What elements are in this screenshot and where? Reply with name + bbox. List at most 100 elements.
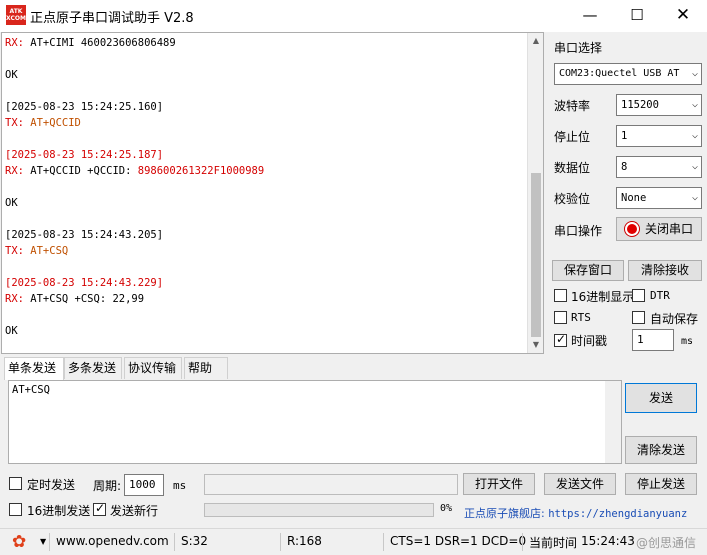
receive-line	[5, 211, 525, 227]
minimize-button[interactable]: —	[567, 0, 613, 32]
record-icon	[624, 222, 639, 236]
receive-line	[5, 259, 525, 275]
hex-send-checkbox[interactable]	[9, 503, 22, 516]
progress-text: 0%	[440, 503, 453, 514]
send-file-button[interactable]: 发送文件	[544, 473, 616, 495]
line-text: [2025-08-23 15:24:43.229]	[5, 277, 164, 289]
receive-line: [2025-08-23 15:24:43.205]	[5, 227, 525, 243]
window-title: 正点原子串口调试助手 V2.8	[30, 11, 194, 26]
line-prefix: TX:	[5, 117, 24, 129]
baud-select[interactable]: 115200 ⌵	[616, 94, 702, 116]
receive-line: TX: AT+CSQ	[5, 243, 525, 259]
port-value: COM23:Quectel USB AT	[559, 68, 680, 79]
hex-send-label: 16进制发送	[27, 504, 91, 518]
line-prefix: RX:	[5, 293, 24, 305]
line-text: OK	[5, 197, 18, 209]
scroll-down-arrow[interactable]: ▼	[528, 337, 543, 353]
tab-protocol[interactable]: 协议传输	[124, 357, 182, 379]
baud-value: 115200	[621, 99, 659, 111]
signal-status: CTS=1 DSR=1 DCD=0	[390, 534, 527, 548]
stop-bits-value: 1	[621, 130, 628, 142]
tab-single-send[interactable]: 单条发送	[4, 357, 64, 380]
tab-help[interactable]: 帮助	[184, 357, 228, 379]
file-path-field[interactable]	[204, 474, 458, 495]
tab-multi-send[interactable]: 多条发送	[64, 357, 122, 379]
send-text: AT+CSQ	[12, 384, 50, 396]
settings-panel: 串口选择 COM23:Quectel USB AT ⌵ 波特率 115200 ⌵…	[548, 32, 707, 354]
timestamp-label: 时间戳	[571, 334, 608, 348]
clear-receive-button[interactable]: 清除接收	[628, 260, 702, 281]
chevron-down-icon: ⌵	[691, 130, 698, 141]
timestamp-checkbox[interactable]	[554, 332, 567, 347]
store-link[interactable]: 正点原子旗舰店: https://zhengdianyuanz	[464, 505, 687, 521]
port-select[interactable]: COM23:Quectel USB AT ⌵	[554, 63, 702, 85]
chevron-down-icon[interactable]: ▼	[40, 537, 46, 546]
store-url: https://zhengdianyuanz	[548, 508, 688, 520]
maximize-button[interactable]: ☐	[614, 0, 660, 32]
receive-scrollbar[interactable]: ▲ ▼	[527, 33, 543, 353]
title-bar: ATK XCOM 正点原子串口调试助手 V2.8 — ☐ ✕	[0, 0, 707, 32]
send-newline-checkbox[interactable]	[93, 501, 106, 516]
period-input[interactable]: 1000	[124, 474, 164, 496]
receive-line	[5, 179, 525, 195]
app-logo: ATK XCOM	[6, 5, 26, 25]
close-window-button[interactable]: ✕	[660, 0, 706, 32]
sent-count: S:32	[181, 534, 208, 548]
receive-line	[5, 307, 525, 323]
receive-line	[5, 131, 525, 147]
send-button[interactable]: 发送	[625, 383, 697, 413]
send-scrollbar[interactable]	[605, 381, 621, 463]
period-unit: ms	[173, 479, 187, 492]
website-link[interactable]: www.openedv.com	[56, 534, 169, 548]
timed-send-checkbox[interactable]	[9, 477, 22, 490]
rts-checkbox[interactable]	[554, 311, 567, 324]
hex-display-checkbox[interactable]	[554, 289, 567, 302]
line-text: OK	[5, 69, 18, 81]
receive-area[interactable]: RX: AT+CIMI 460023606806489 OK [2025-08-23…	[1, 32, 544, 354]
send-input[interactable]: AT+CSQ	[8, 380, 622, 464]
receive-line: [2025-08-23 15:24:43.229]	[5, 275, 525, 291]
parity-value: None	[621, 192, 647, 204]
receive-line: RX: AT+QCCID +QCCID: 898600261322F100098…	[5, 163, 525, 179]
line-text: AT+QCCID	[23, 117, 81, 129]
auto-save-checkbox[interactable]	[632, 311, 645, 324]
save-window-button[interactable]: 保存窗口	[552, 260, 624, 281]
chevron-down-icon: ⌵	[691, 68, 698, 79]
timestamp-input[interactable]: 1	[632, 329, 674, 351]
logo-text-top: ATK	[9, 8, 23, 15]
receive-line: OK	[5, 323, 525, 339]
receive-line: OK	[5, 195, 525, 211]
receive-line: RX: AT+CIMI 460023606806489	[5, 35, 525, 51]
line-text: [2025-08-23 15:24:43.205]	[5, 229, 164, 241]
close-port-button[interactable]: 关闭串口	[616, 217, 702, 241]
dtr-checkbox[interactable]	[632, 289, 645, 302]
line-prefix: TX:	[5, 245, 24, 257]
clear-send-button[interactable]: 清除发送	[625, 436, 697, 464]
line-text: AT+CSQ +CSQ: 22,99	[23, 293, 145, 305]
stop-bits-select[interactable]: 1 ⌵	[616, 125, 702, 147]
chevron-down-icon: ⌵	[691, 161, 698, 172]
scroll-up-arrow[interactable]: ▲	[528, 33, 543, 49]
iccid-value: 898600261322F1000989	[137, 165, 265, 177]
chevron-down-icon: ⌵	[691, 192, 698, 203]
data-bits-select[interactable]: 8 ⌵	[616, 156, 702, 178]
scroll-thumb[interactable]	[531, 173, 541, 337]
parity-select[interactable]: None ⌵	[616, 187, 702, 209]
data-bits-label: 数据位	[554, 161, 591, 175]
rts-label: RTS	[571, 311, 591, 324]
chevron-down-icon: ⌵	[691, 99, 698, 110]
gear-icon[interactable]: ✿	[12, 532, 26, 552]
watermark: @创思通信	[636, 536, 697, 550]
receive-line	[5, 51, 525, 67]
auto-save-label: 自动保存	[650, 312, 699, 326]
receive-text: RX: AT+CIMI 460023606806489 OK [2025-08-23…	[5, 35, 525, 339]
period-label: 周期:	[93, 479, 122, 493]
open-file-button[interactable]: 打开文件	[463, 473, 535, 495]
receive-line: RX: AT+CSQ +CSQ: 22,99	[5, 291, 525, 307]
stop-send-button[interactable]: 停止发送	[625, 473, 697, 495]
receive-line: [2025-08-23 15:24:25.187]	[5, 147, 525, 163]
receive-line	[5, 83, 525, 99]
line-prefix: RX:	[5, 37, 24, 49]
send-newline-label: 发送新行	[110, 504, 159, 518]
close-port-label: 关闭串口	[644, 222, 693, 236]
